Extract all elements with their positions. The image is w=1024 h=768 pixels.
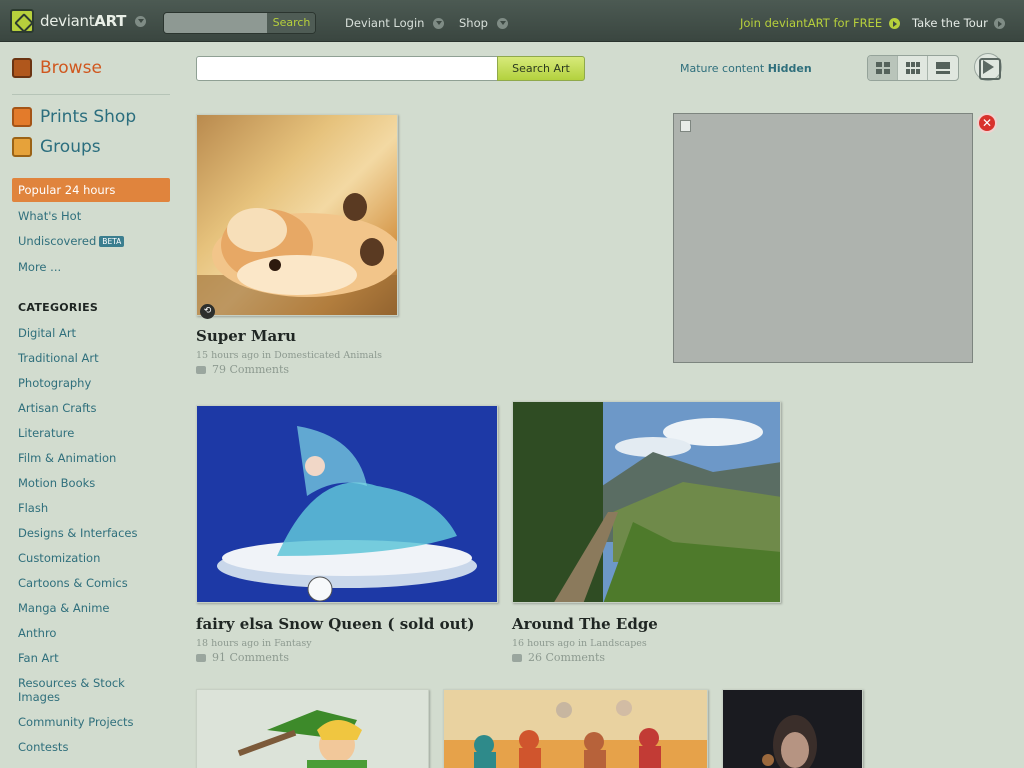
deviation-thumbnail-crowd-art[interactable] (443, 689, 708, 768)
top-bar: deviantART Search Deviant Login Shop Joi… (0, 0, 1024, 42)
sidebar-item-whats-hot[interactable]: What's Hot (18, 209, 168, 223)
category-resources-stock-images[interactable]: Resources & Stock Images (18, 676, 138, 704)
deviation-meta: 16 hours ago in Landscapes (512, 638, 647, 649)
dog-image (197, 193, 397, 315)
view-large-grid-button[interactable] (868, 56, 898, 80)
category-manga-anime[interactable]: Manga & Anime (18, 601, 168, 615)
deviation-comments-link[interactable]: 79 Comments (196, 363, 289, 376)
deviantart-logo[interactable]: deviantART (10, 9, 126, 33)
list-view-icon (936, 62, 950, 74)
sidebar-item-popular-24-hours[interactable]: Popular 24 hours (12, 178, 170, 202)
top-search: Search (163, 12, 316, 34)
category-artisan-crafts[interactable]: Artisan Crafts (18, 401, 168, 415)
prints-shop-label: Prints Shop (40, 107, 137, 127)
deviation-thumbnail-super-maru[interactable] (196, 114, 398, 316)
deviation-comments-link[interactable]: 26 Comments (512, 651, 605, 664)
sidebar-item-undiscovered[interactable]: Undiscovered BETA (18, 234, 168, 248)
comments-count: 26 Comments (528, 651, 606, 664)
chevron-down-icon (433, 18, 445, 29)
category-photography[interactable]: Photography (18, 376, 168, 390)
deviation-meta: 15 hours ago in Domesticated Animals (196, 350, 382, 361)
search-art-button[interactable]: Search Art (497, 56, 585, 81)
category-cartoons-comics[interactable]: Cartoons & Comics (18, 576, 168, 590)
dark-portrait-image (723, 690, 862, 768)
groups-link[interactable]: Groups (12, 137, 101, 157)
shop-link[interactable]: Shop (459, 16, 508, 30)
sidebar-divider (12, 94, 170, 95)
art-search-input[interactable] (196, 56, 498, 81)
advertisement-placeholder[interactable] (673, 113, 973, 363)
comments-count: 91 Comments (212, 651, 290, 664)
category-fan-art[interactable]: Fan Art (18, 651, 168, 665)
deviantart-logo-icon (10, 9, 34, 33)
category-customization[interactable]: Customization (18, 551, 168, 565)
deviation-thumbnail-portrait[interactable] (722, 689, 863, 768)
close-ad-button[interactable]: ✕ (977, 113, 997, 133)
top-search-button[interactable]: Search (267, 13, 315, 33)
mature-content-value: Hidden (767, 62, 812, 75)
category-contests[interactable]: Contests (18, 740, 168, 754)
deviation-thumbnail-fairy-elsa[interactable] (196, 405, 498, 603)
category-community-projects[interactable]: Community Projects (18, 715, 168, 729)
join-link[interactable]: Join deviantART for FREE (740, 16, 900, 30)
broken-image-icon (680, 120, 691, 132)
comment-bubble-icon (512, 653, 522, 662)
categories-heading: CATEGORIES (18, 301, 99, 314)
chevron-right-icon (888, 18, 900, 29)
slideshow-play-button[interactable] (974, 53, 1002, 81)
mountain-landscape-image (513, 402, 780, 602)
deviation-title[interactable]: fairy elsa Snow Queen ( sold out) (196, 615, 475, 633)
category-flash[interactable]: Flash (18, 501, 168, 515)
view-small-grid-button[interactable] (898, 56, 928, 80)
undiscovered-label: Undiscovered (18, 234, 97, 248)
deviation-thumbnail-link-art[interactable] (196, 689, 429, 768)
browse-label: Browse (40, 58, 102, 78)
groups-icon (12, 137, 32, 157)
view-list-button[interactable] (928, 56, 958, 80)
category-digital-art[interactable]: Digital Art (18, 326, 168, 340)
painted-crowd-image (444, 690, 707, 768)
comment-bubble-icon (196, 365, 206, 374)
beta-badge: BETA (99, 236, 125, 247)
deviation-title[interactable]: Around The Edge (512, 615, 658, 633)
shopping-bag-icon (12, 107, 32, 127)
category-traditional-art[interactable]: Traditional Art (18, 351, 168, 365)
grid-small-icon (906, 62, 920, 74)
category-anthro[interactable]: Anthro (18, 626, 168, 640)
deviation-thumbnail-around-the-edge[interactable] (512, 401, 781, 603)
browse-icon (12, 58, 32, 78)
comment-bubble-icon (196, 653, 206, 662)
category-film-animation[interactable]: Film & Animation (18, 451, 168, 465)
logo-chevron-down-icon[interactable] (135, 16, 146, 27)
view-mode-switcher (867, 55, 959, 81)
grid-large-icon (876, 62, 890, 74)
mature-content-toggle[interactable]: Mature content Hidden (680, 62, 812, 75)
deviant-login-link[interactable]: Deviant Login (345, 16, 445, 30)
chevron-down-icon (496, 18, 508, 29)
deviation-meta: 18 hours ago in Fantasy (196, 638, 312, 649)
comments-count: 79 Comments (212, 363, 290, 376)
take-tour-link[interactable]: Take the Tour (912, 16, 1006, 30)
category-literature[interactable]: Literature (18, 426, 168, 440)
browse-heading[interactable]: Browse (12, 58, 102, 78)
groups-label: Groups (40, 137, 101, 157)
deviation-comments-link[interactable]: 91 Comments (196, 651, 289, 664)
elsa-sculpture-image (197, 406, 497, 602)
category-motion-books[interactable]: Motion Books (18, 476, 168, 490)
mature-content-label: Mature content (680, 62, 765, 75)
deviation-title[interactable]: Super Maru (196, 327, 296, 345)
sidebar-item-more[interactable]: More ... (18, 260, 168, 274)
share-icon[interactable]: ⟲ (200, 304, 215, 319)
top-search-input[interactable] (164, 13, 267, 33)
chevron-right-icon (994, 18, 1006, 29)
logo-text: deviantART (40, 12, 127, 30)
prints-shop-link[interactable]: Prints Shop (12, 107, 136, 127)
category-designs-interfaces[interactable]: Designs & Interfaces (18, 526, 168, 540)
link-character-image (237, 710, 367, 768)
